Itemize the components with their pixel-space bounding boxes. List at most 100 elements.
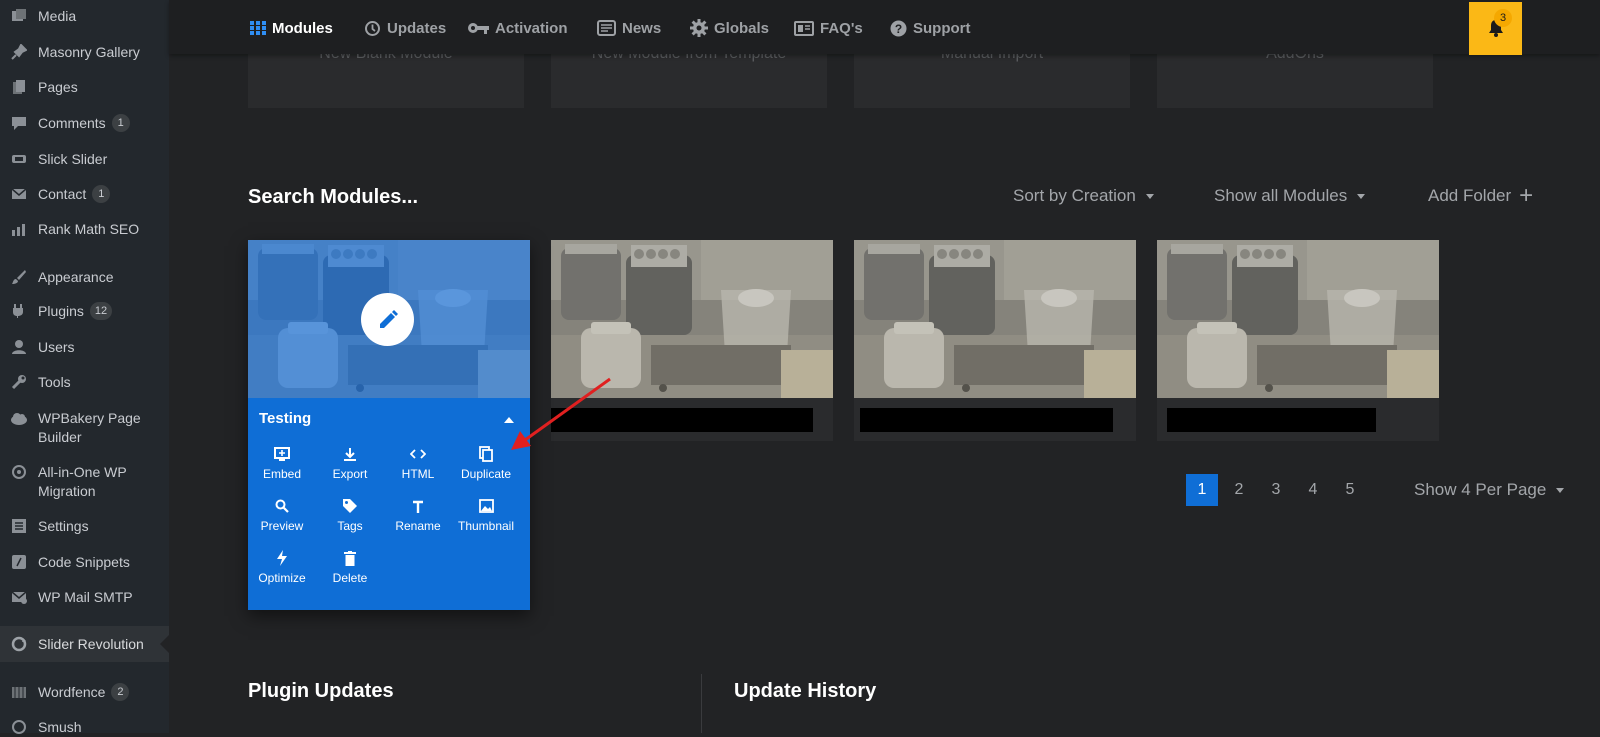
page-button-2[interactable]: 2 xyxy=(1223,474,1255,506)
action-label: Duplicate xyxy=(460,467,512,481)
sort-label: Sort by Creation xyxy=(1013,186,1136,205)
module-thumbnail xyxy=(1157,240,1439,398)
chevron-down-icon xyxy=(1357,194,1366,200)
embed-action[interactable]: Embed xyxy=(249,445,315,481)
page-button-1[interactable]: 1 xyxy=(1186,474,1218,506)
module-card[interactable] xyxy=(854,240,1136,441)
add-folder-button[interactable]: Add Folder + xyxy=(1428,184,1533,208)
gear-icon xyxy=(690,19,708,37)
duplicate-action[interactable]: Duplicate xyxy=(453,445,519,481)
sidebar-item-label: Appearance xyxy=(38,269,114,285)
nav-label: FAQ's xyxy=(820,19,863,37)
nav-globals[interactable]: Globals xyxy=(690,18,769,38)
news-icon xyxy=(597,20,616,36)
preview-action[interactable]: Preview xyxy=(249,497,315,533)
nav-modules[interactable]: Modules xyxy=(250,18,333,38)
sidebar-item-label: Slider Revolution xyxy=(38,636,144,652)
nav-label: Support xyxy=(913,19,971,37)
manual-import-card[interactable]: Manual Import xyxy=(854,45,1130,108)
redacted-title xyxy=(551,408,813,432)
html-action[interactable]: HTML xyxy=(385,445,451,481)
thumbnail-action[interactable]: Thumbnail xyxy=(453,497,519,533)
action-label: Optimize xyxy=(258,571,306,585)
notification-count-badge: 3 xyxy=(1494,9,1512,27)
edit-module-button[interactable] xyxy=(361,293,414,346)
nav-activation[interactable]: Activation xyxy=(467,18,568,38)
sidebar-item-label: Smush xyxy=(38,719,82,735)
new-blank-module-card[interactable]: New Blank Module xyxy=(248,45,524,108)
rename-action[interactable]: Rename xyxy=(385,497,451,533)
action-label: Tags xyxy=(337,519,363,533)
tags-action[interactable]: Tags xyxy=(317,497,383,533)
count-badge: 1 xyxy=(111,114,130,132)
sidebar-item-label: Settings xyxy=(38,518,89,534)
nav-support[interactable]: ? Support xyxy=(890,18,971,38)
sidebar-item-label: Comments 1 xyxy=(38,114,130,133)
key-icon xyxy=(468,23,489,34)
action-label: Rename xyxy=(395,519,441,533)
sort-dropdown[interactable]: Sort by Creation xyxy=(1013,186,1154,206)
filter-dropdown[interactable]: Show all Modules xyxy=(1214,186,1366,206)
page-button-4[interactable]: 4 xyxy=(1297,474,1329,506)
sidebar-item-label: Code Snippets xyxy=(38,554,130,570)
download-icon xyxy=(317,445,383,463)
module-thumbnail xyxy=(551,240,833,398)
action-label: Delete xyxy=(332,571,368,585)
chevron-down-icon xyxy=(1145,194,1154,200)
image-icon xyxy=(453,497,519,515)
sidebar-item-label: Contact 1 xyxy=(38,185,111,204)
embed-icon xyxy=(249,445,315,463)
nav-news[interactable]: News xyxy=(597,18,661,38)
sidebar-item-slider-revolution[interactable]: Slider Revolution xyxy=(0,626,169,662)
notifications-button[interactable]: 3 xyxy=(1469,2,1522,55)
delete-action[interactable]: Delete xyxy=(317,549,383,585)
admin-sidebar: Media Masonry Gallery Pages Comments 1 Sl… xyxy=(0,0,169,736)
grid-icon xyxy=(250,21,266,35)
sidebar-item-label: Tools xyxy=(38,374,71,390)
wrench-icon xyxy=(10,373,28,391)
chevron-down-icon xyxy=(1556,488,1565,494)
chart-icon xyxy=(10,220,28,238)
svg-text:?: ? xyxy=(895,22,902,36)
module-card[interactable] xyxy=(551,240,833,441)
search-modules-input[interactable]: Search Modules... xyxy=(248,186,418,209)
module-card[interactable] xyxy=(1157,240,1439,441)
sidebar-item-label: All-in-One WP Migration xyxy=(38,464,127,499)
revolution-icon xyxy=(10,635,28,653)
sidebar-item-label: WPBakery Page Builder xyxy=(38,410,141,445)
per-page-dropdown[interactable]: Show 4 Per Page xyxy=(1414,480,1565,500)
sidebar-item-label: Rank Math SEO xyxy=(38,221,140,237)
page-button-5[interactable]: 5 xyxy=(1334,474,1366,506)
comments-icon xyxy=(10,114,28,132)
nav-updates[interactable]: Updates xyxy=(364,18,446,38)
mail-icon xyxy=(10,185,28,203)
trash-icon xyxy=(317,549,383,567)
new-module-from-template-card[interactable]: New Module from Template xyxy=(551,45,827,108)
page-button-3[interactable]: 3 xyxy=(1260,474,1292,506)
sidebar-item-label: Pages xyxy=(38,79,78,95)
active-indicator xyxy=(160,635,169,653)
collapse-caret-icon[interactable] xyxy=(504,417,514,423)
module-card-active[interactable]: Testing Embed Export HTML Duplicate Prev… xyxy=(248,240,530,610)
top-navigation: Modules Updates Activation News Globals … xyxy=(169,0,1600,55)
code-icon xyxy=(10,553,28,571)
settings-icon xyxy=(10,517,28,535)
count-badge: 1 xyxy=(92,185,111,203)
help-icon: ? xyxy=(890,20,907,36)
text-icon xyxy=(385,497,451,515)
wordfence-icon xyxy=(10,683,28,701)
optimize-action[interactable]: Optimize xyxy=(249,549,315,585)
smush-icon xyxy=(10,718,28,736)
export-action[interactable]: Export xyxy=(317,445,383,481)
nav-faqs[interactable]: FAQ's xyxy=(794,18,863,38)
redacted-title xyxy=(860,408,1113,432)
slider-icon xyxy=(10,150,28,168)
nav-label: Globals xyxy=(714,19,770,37)
action-label: Export xyxy=(332,467,368,481)
redacted-title xyxy=(1167,408,1376,432)
module-thumbnail xyxy=(854,240,1136,398)
copy-icon xyxy=(453,445,519,463)
media-icon xyxy=(10,7,28,25)
action-label: Preview xyxy=(260,519,304,533)
addons-card[interactable]: AddOns xyxy=(1157,45,1433,108)
